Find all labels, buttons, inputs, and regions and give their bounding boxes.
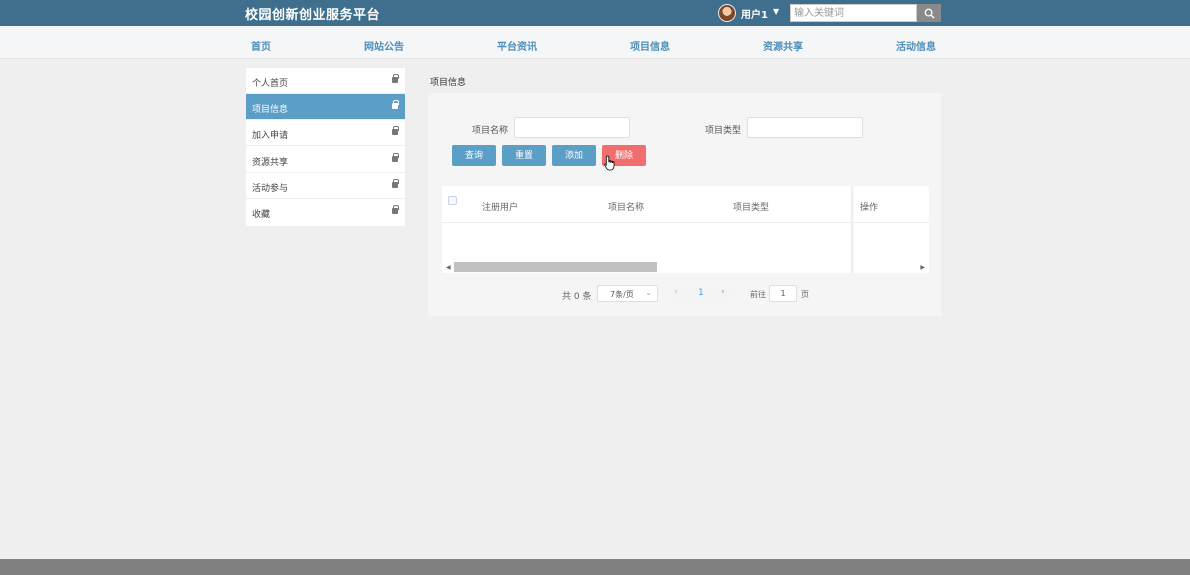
nav-item-announcements[interactable]: 网站公告 xyxy=(364,38,404,53)
pager: ‹ 1 › xyxy=(667,285,735,302)
chevron-down-icon: ⌄ xyxy=(645,288,652,297)
project-name-label: 项目名称 xyxy=(472,126,509,136)
column-header[interactable]: 项目名称 xyxy=(608,200,644,213)
goto-page-input[interactable]: 1 xyxy=(769,285,797,302)
avatar[interactable] xyxy=(718,4,736,22)
search-input[interactable] xyxy=(790,4,917,22)
sidebar-item-label: 加入申请 xyxy=(252,131,289,141)
sidebar-item-label: 项目信息 xyxy=(252,105,289,115)
current-page[interactable]: 1 xyxy=(698,288,704,298)
project-type-input[interactable] xyxy=(747,117,863,138)
column-header[interactable]: 项目类型 xyxy=(733,200,769,213)
sidebar-item-projects[interactable]: 项目信息 xyxy=(246,94,405,120)
select-all-checkbox[interactable] xyxy=(448,196,457,205)
next-page-icon[interactable]: › xyxy=(721,287,725,297)
total-count: 共 0 条 xyxy=(562,292,592,302)
project-name-input[interactable] xyxy=(514,117,630,138)
sidebar-item-label: 活动参与 xyxy=(252,184,289,194)
scroll-right-arrow-icon[interactable]: ▶ xyxy=(920,264,925,271)
search-button[interactable] xyxy=(917,4,941,22)
sidebar-item-label: 个人首页 xyxy=(252,79,289,89)
scroll-left-arrow-icon[interactable]: ◀ xyxy=(446,264,451,271)
page-title: 项目信息 xyxy=(430,78,467,88)
lock-icon xyxy=(392,205,399,214)
sidebar: 个人首页 项目信息 加入申请 资源共享 活动参与 收藏 xyxy=(246,68,405,226)
nav-item-news[interactable]: 平台资讯 xyxy=(497,38,537,53)
lock-icon xyxy=(392,74,399,83)
lock-icon xyxy=(392,153,399,162)
site-title[interactable]: 校园创新创业服务平台 xyxy=(245,4,380,23)
footer-bar xyxy=(0,559,1190,575)
main-nav: 首页 网站公告 平台资讯 项目信息 资源共享 活动信息 xyxy=(0,26,1190,59)
hand-cursor-icon xyxy=(604,155,615,171)
search-icon xyxy=(924,8,935,19)
top-bar: 校园创新创业服务平台 用户1 ▼ xyxy=(0,0,1190,26)
sidebar-item-label: 资源共享 xyxy=(252,158,289,168)
fixed-column-divider xyxy=(851,186,854,273)
sidebar-item-resources[interactable]: 资源共享 xyxy=(246,147,405,173)
reset-button[interactable]: 重置 xyxy=(502,145,546,166)
column-header[interactable]: 注册用户 xyxy=(482,200,518,213)
project-type-label: 项目类型 xyxy=(705,126,742,136)
sidebar-item-profile[interactable]: 个人首页 xyxy=(246,68,405,94)
sidebar-item-favorites[interactable]: 收藏 xyxy=(246,199,405,225)
sidebar-item-activities[interactable]: 活动参与 xyxy=(246,173,405,199)
scrollbar-thumb[interactable] xyxy=(454,262,657,272)
horizontal-scrollbar[interactable]: ◀ ▶ xyxy=(442,261,929,273)
page-unit-label: 页 xyxy=(801,290,809,299)
lock-icon xyxy=(392,179,399,188)
goto-label: 前往 xyxy=(750,290,766,299)
chevron-down-icon[interactable]: ▼ xyxy=(773,7,779,16)
page-size-select[interactable]: 7条/页 ⌄ xyxy=(597,285,658,302)
lock-icon xyxy=(392,126,399,135)
sidebar-item-join-requests[interactable]: 加入申请 xyxy=(246,120,405,146)
username[interactable]: 用户1 xyxy=(741,6,768,21)
lock-icon xyxy=(392,100,399,109)
page-size-value: 7条/页 xyxy=(610,290,634,299)
nav-item-projects[interactable]: 项目信息 xyxy=(630,38,670,53)
nav-item-activities[interactable]: 活动信息 xyxy=(896,38,936,53)
add-button[interactable]: 添加 xyxy=(552,145,596,166)
data-table: 注册用户 项目名称 项目类型 操作 ◀ ▶ xyxy=(442,186,929,273)
column-header: 操作 xyxy=(860,203,879,213)
nav-item-resources[interactable]: 资源共享 xyxy=(763,38,803,53)
header-divider xyxy=(442,222,929,223)
query-button[interactable]: 查询 xyxy=(452,145,496,166)
nav-item-home[interactable]: 首页 xyxy=(251,38,271,53)
prev-page-icon[interactable]: ‹ xyxy=(674,287,678,297)
sidebar-item-label: 收藏 xyxy=(252,210,271,220)
